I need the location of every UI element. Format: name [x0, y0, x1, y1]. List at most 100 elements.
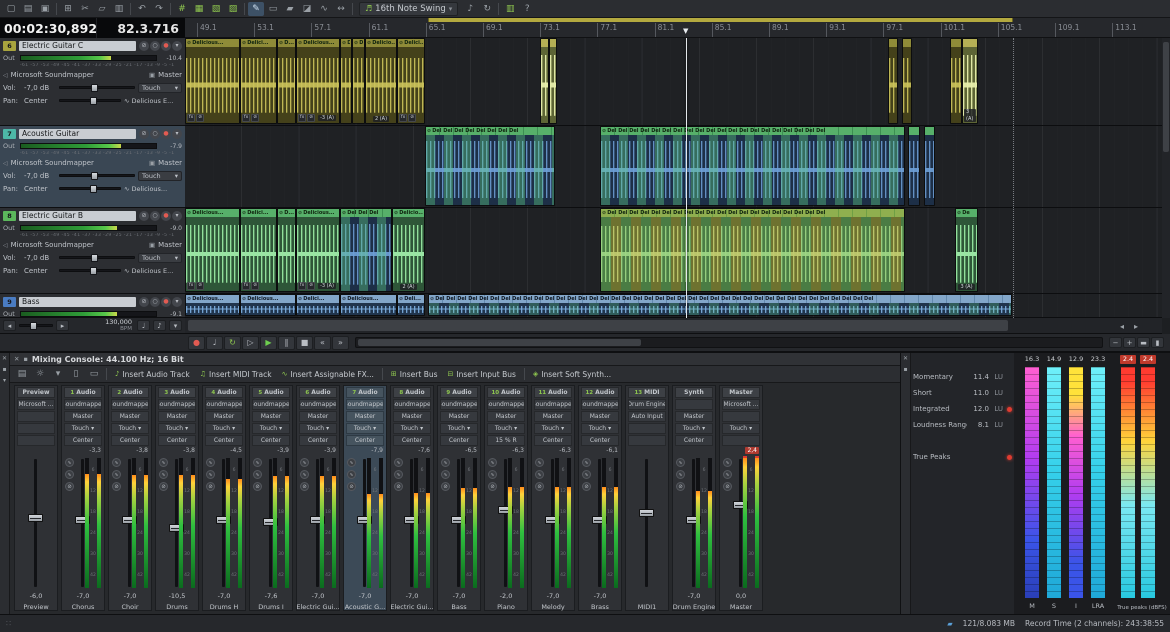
- pause-button[interactable]: ∥: [278, 336, 295, 350]
- strip-device[interactable]: Soundmapper: [64, 399, 102, 410]
- save-project-icon[interactable]: ▣: [37, 2, 53, 16]
- mixer-strip-chorus[interactable]: 1AudioSoundmapperMasterTouch▾Center-3,3∿…: [61, 385, 105, 611]
- volume-slider[interactable]: [59, 256, 135, 259]
- strip-bus[interactable]: Master: [534, 411, 572, 422]
- timeline-lane[interactable]: ⊘Delicious...⊘Delicious...⊘Delici...⊘Del…: [185, 294, 1162, 318]
- audio-clip[interactable]: [549, 38, 557, 124]
- track-device[interactable]: Microsoft Soundmapper: [11, 241, 146, 249]
- fader-handle[interactable]: [639, 509, 654, 517]
- strip-pan[interactable]: Center: [252, 435, 290, 446]
- loop-playback-button[interactable]: ↻: [224, 336, 241, 350]
- audio-clip[interactable]: 3 (A): [962, 38, 978, 124]
- track-fx-chain[interactable]: ∿Delicious E...: [124, 97, 182, 105]
- strip-device[interactable]: Soundmapper: [393, 399, 431, 410]
- strip-type[interactable]: 6Audio: [299, 387, 337, 398]
- insert-bus-button[interactable]: ⊞Insert Bus: [387, 368, 442, 381]
- strip-mute-icon[interactable]: ⊘: [253, 482, 262, 491]
- track-menu-icon[interactable]: ▾: [172, 297, 182, 307]
- track-solo-icon[interactable]: ○: [150, 41, 160, 51]
- audio-clip[interactable]: ⊘Delici...fx⊘: [240, 38, 277, 124]
- loop-region-bar[interactable]: [428, 18, 1013, 22]
- audio-clip[interactable]: ⊘Delicious...: [240, 294, 296, 316]
- strip-device[interactable]: Soundmapper: [205, 399, 243, 410]
- project-properties-icon[interactable]: ⊞: [60, 2, 76, 16]
- clip-mute-chip[interactable]: ⊘: [408, 114, 416, 122]
- timeline-pan-scrollbar[interactable]: [355, 337, 1103, 348]
- track-arm-icon[interactable]: ●: [161, 297, 171, 307]
- strip-bus[interactable]: Master: [158, 411, 196, 422]
- strip-fader-value[interactable]: -10,5: [156, 591, 198, 601]
- track-height-slider-handle[interactable]: [30, 322, 37, 330]
- strip-type[interactable]: 7Audio: [346, 387, 384, 398]
- zoom-out-track-icon[interactable]: ▬: [1137, 337, 1150, 348]
- audio-clip[interactable]: ⊘Del Del Del: [340, 208, 392, 292]
- strip-mute-icon[interactable]: ⊘: [488, 482, 497, 491]
- strip-type[interactable]: 10Audio: [487, 387, 525, 398]
- volume-slider-handle[interactable]: [91, 254, 98, 262]
- insert-assignable-fx-button[interactable]: ∿Insert Assignable FX...: [278, 368, 378, 381]
- paste-icon[interactable]: ▥: [111, 2, 127, 16]
- mixer-strip-midi1[interactable]: 13MIDIDrum EngineAuto InputMIDI1: [625, 385, 669, 611]
- strip-fader-value[interactable]: -7,6: [250, 591, 292, 601]
- strip-bus[interactable]: [722, 411, 760, 422]
- audio-clip[interactable]: ⊘Delicio...2 (A): [392, 208, 425, 292]
- audio-clip[interactable]: ⊘De3 (A): [955, 208, 978, 292]
- strip-device[interactable]: Soundmapper: [487, 399, 525, 410]
- mixer-strip-piano[interactable]: 10AudioSoundmapperMasterTouch▾15 % R-6,3…: [484, 385, 528, 611]
- timeline-vertical-scrollbar[interactable]: [1162, 38, 1170, 318]
- strip-fx-icon[interactable]: ∿: [65, 458, 74, 467]
- mixer-strip-drums[interactable]: 3AudioSoundmapperMasterTouch▾Center-3,8∿…: [155, 385, 199, 611]
- record-button[interactable]: ●: [188, 336, 205, 350]
- track-name[interactable]: Electric Guitar B: [19, 211, 136, 221]
- strip-bus[interactable]: Master: [487, 411, 525, 422]
- volume-slider-handle[interactable]: [91, 172, 98, 180]
- scroll-right-icon[interactable]: ▸: [1130, 320, 1142, 332]
- envelope-tool-icon[interactable]: ∿: [316, 2, 332, 16]
- strip-automation[interactable]: Touch▾: [158, 423, 196, 434]
- strip-name[interactable]: Melody: [532, 601, 574, 612]
- strip-bus[interactable]: Master: [64, 411, 102, 422]
- strip-automation[interactable]: Touch▾: [393, 423, 431, 434]
- track-bus[interactable]: Master: [158, 159, 182, 167]
- strip-mute-icon[interactable]: ⊘: [112, 482, 121, 491]
- strip-name[interactable]: Bass: [438, 601, 480, 612]
- audio-clip[interactable]: [540, 38, 549, 124]
- mixer-strip-electric-gui[interactable]: 8AudioSoundmapperMasterTouch▾Center-7,6∿…: [390, 385, 434, 611]
- close-icon[interactable]: ✕: [903, 355, 908, 362]
- strip-pan[interactable]: Center: [675, 435, 713, 446]
- automation-mode-button[interactable]: Touch▾: [138, 253, 182, 263]
- track-solo-icon[interactable]: ○: [150, 297, 160, 307]
- insert-soft-synth-button[interactable]: ◈Insert Soft Synth...: [529, 368, 615, 381]
- clip-mute-chip[interactable]: ⊘: [307, 282, 315, 290]
- strip-pan[interactable]: Center: [393, 435, 431, 446]
- strip-automation[interactable]: Touch▾: [299, 423, 337, 434]
- play-button[interactable]: ▶: [260, 336, 277, 350]
- track-menu-icon[interactable]: ▾: [172, 41, 182, 51]
- strip-type[interactable]: 4Audio: [205, 387, 243, 398]
- erase-tool-icon[interactable]: ◪: [299, 2, 315, 16]
- audio-clip[interactable]: [950, 38, 962, 124]
- strip-type[interactable]: 1Audio: [64, 387, 102, 398]
- play-from-start-button[interactable]: ▷: [242, 336, 259, 350]
- strip-pan[interactable]: Center: [64, 435, 102, 446]
- console-properties-icon[interactable]: ▤: [14, 367, 30, 381]
- grid-quarter-icon[interactable]: ▦: [191, 2, 207, 16]
- audio-clip[interactable]: ⊘Delicious...fx⊘-3 (A): [296, 208, 340, 292]
- track-name[interactable]: Electric Guitar C: [19, 41, 136, 51]
- strip-name[interactable]: Piano: [485, 601, 527, 612]
- clip-fx-chip[interactable]: fx: [187, 282, 195, 290]
- grid-eighth-icon[interactable]: ▧: [208, 2, 224, 16]
- clip-fx-chip[interactable]: fx: [187, 114, 195, 122]
- vol-value[interactable]: -7,0 dB: [24, 254, 56, 262]
- insert-input-bus-button[interactable]: ⊟Insert Input Bus: [444, 368, 520, 381]
- strip-fader-value[interactable]: -7,0: [532, 591, 574, 601]
- console-settings-icon[interactable]: ☼: [32, 367, 48, 381]
- strip-pan[interactable]: 15 % R: [487, 435, 525, 446]
- track-list-scroll-left-icon[interactable]: ◂: [3, 320, 16, 331]
- audio-clip[interactable]: ⊘Delicious...: [340, 294, 397, 316]
- redo-icon[interactable]: ↷: [151, 2, 167, 16]
- pan-slider[interactable]: [59, 269, 121, 272]
- audio-clip[interactable]: ⊘Delici...: [296, 294, 340, 316]
- zoom-in-time-icon[interactable]: +: [1123, 337, 1136, 348]
- timeline-horizontal-scrollbar[interactable]: ◂▸: [185, 318, 1162, 334]
